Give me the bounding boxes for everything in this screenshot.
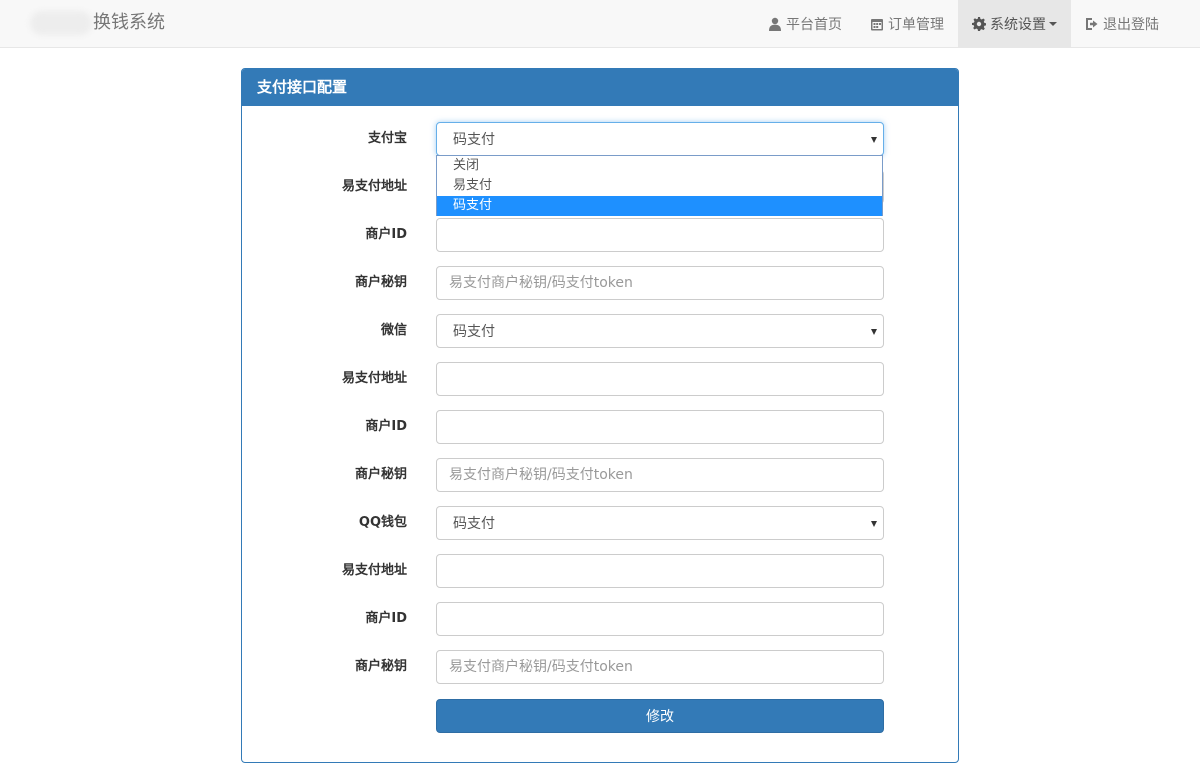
dropdown-option-codepay[interactable]: 码支付 <box>437 196 882 216</box>
nav-item-label: 订单管理 <box>888 17 944 33</box>
alipay-select[interactable]: 码支付 <box>436 122 884 156</box>
wechat-id-label: 商户ID <box>365 419 407 434</box>
alipay-select-value: 码支付 <box>453 132 495 148</box>
qq-select[interactable]: 码支付 <box>436 506 884 540</box>
nav-item-label: 平台首页 <box>786 17 842 33</box>
alipay-key-label: 商户秘钥 <box>354 275 407 290</box>
submit-button[interactable]: 修改 <box>436 699 884 733</box>
form-row-qq-id: 商户ID <box>242 602 958 636</box>
form-row-qq-url: 易支付地址 <box>242 554 958 588</box>
qq-url-input[interactable] <box>436 554 884 588</box>
qq-key-input[interactable] <box>436 650 884 684</box>
qq-label: QQ钱包 <box>358 515 407 530</box>
alipay-label: 支付宝 <box>367 131 407 146</box>
form-row-qq-key: 商户秘钥 <box>242 650 958 684</box>
nav-item-home[interactable]: 平台首页 <box>754 0 856 48</box>
form-row-qq: QQ钱包 码支付 <box>242 506 958 540</box>
qq-id-input[interactable] <box>436 602 884 636</box>
wechat-key-label: 商户秘钥 <box>354 467 407 482</box>
alipay-id-label: 商户ID <box>365 227 407 242</box>
caret-down-icon <box>1049 22 1057 26</box>
form-row-wechat: 微信 码支付 <box>242 314 958 348</box>
dropdown-arrow-icon <box>871 521 877 527</box>
panel-title: 支付接口配置 <box>242 69 958 106</box>
dropdown-arrow-icon <box>871 329 877 335</box>
wechat-id-input[interactable] <box>436 410 884 444</box>
dropdown-option-off[interactable]: 关闭 <box>437 156 882 176</box>
dropdown-arrow-icon <box>871 137 877 143</box>
wechat-label: 微信 <box>380 323 407 338</box>
nav-item-settings[interactable]: 系统设置 <box>958 0 1071 48</box>
form-row-wechat-key: 商户秘钥 <box>242 458 958 492</box>
wechat-key-input[interactable] <box>436 458 884 492</box>
nav-menu: 平台首页 订单管理 系统设置 退出登陆 <box>754 0 1173 48</box>
gear-icon <box>972 17 986 31</box>
form-row-wechat-url: 易支付地址 <box>242 362 958 396</box>
dropdown-option-epay[interactable]: 易支付 <box>437 176 882 196</box>
nav-item-label: 系统设置 <box>990 17 1046 33</box>
logout-icon <box>1085 17 1099 31</box>
blurred-logo <box>30 11 92 35</box>
alipay-url-label: 易支付地址 <box>341 179 407 194</box>
form-row-alipay-id: 商户ID <box>242 218 958 252</box>
nav-item-logout[interactable]: 退出登陆 <box>1071 0 1173 48</box>
qq-url-label: 易支付地址 <box>341 563 407 578</box>
nav-item-orders[interactable]: 订单管理 <box>856 0 958 48</box>
wechat-url-input[interactable] <box>436 362 884 396</box>
form-row-alipay-key: 商户秘钥 <box>242 266 958 300</box>
qq-key-label: 商户秘钥 <box>354 659 407 674</box>
navbar: 换钱系统 平台首页 订单管理 系统设置 退出登陆 <box>0 0 1200 48</box>
qq-select-value: 码支付 <box>453 516 495 532</box>
user-icon <box>768 17 782 31</box>
alipay-id-input[interactable] <box>436 218 884 252</box>
form-row-wechat-id: 商户ID <box>242 410 958 444</box>
nav-item-label: 退出登陆 <box>1103 17 1159 33</box>
app-title[interactable]: 换钱系统 <box>93 11 165 35</box>
form-row-alipay: 支付宝 码支付 <box>242 122 958 156</box>
wechat-select-value: 码支付 <box>453 324 495 340</box>
alipay-dropdown-list: 关闭 易支付 码支付 <box>436 155 883 216</box>
wechat-select[interactable]: 码支付 <box>436 314 884 348</box>
wechat-url-label: 易支付地址 <box>341 371 407 386</box>
qq-id-label: 商户ID <box>365 611 407 626</box>
alipay-key-input[interactable] <box>436 266 884 300</box>
calendar-icon <box>870 17 884 31</box>
